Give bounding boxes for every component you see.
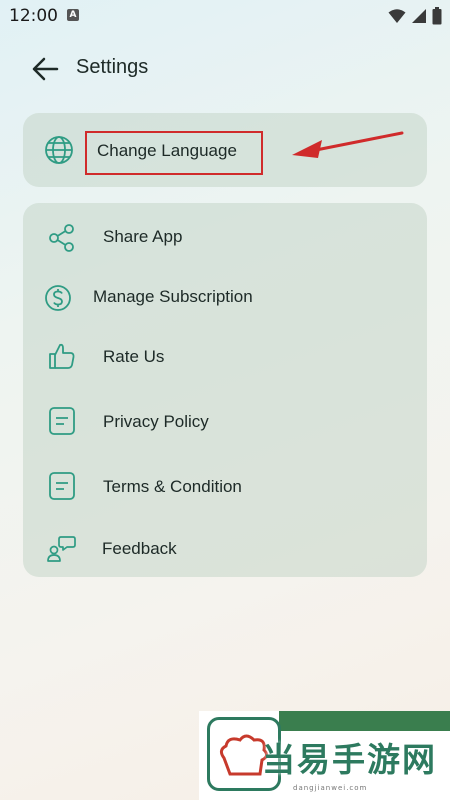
menu-item-manage-subscription[interactable]: Manage Subscription bbox=[23, 269, 427, 325]
header: Settings bbox=[0, 48, 450, 88]
menu-item-label: Share App bbox=[103, 227, 183, 246]
settings-menu-card: Share App Manage Subscription Rate Us Pr… bbox=[23, 203, 427, 577]
status-time: 12:00 bbox=[9, 6, 58, 26]
battery-icon bbox=[432, 7, 442, 25]
document-icon bbox=[49, 407, 75, 435]
page-title: Settings bbox=[76, 56, 149, 78]
globe-icon bbox=[45, 136, 73, 164]
status-bar: 12:00 A bbox=[0, 0, 450, 32]
watermark-text: 当易手游网 bbox=[262, 740, 437, 779]
menu-item-rate-us[interactable]: Rate Us bbox=[23, 329, 427, 385]
menu-item-privacy-policy[interactable]: Privacy Policy bbox=[23, 394, 427, 450]
menu-item-label: Manage Subscription bbox=[93, 287, 253, 306]
watermark-banner bbox=[279, 711, 450, 731]
menu-item-feedback[interactable]: Feedback bbox=[23, 521, 427, 577]
feedback-icon bbox=[47, 536, 76, 562]
dollar-circle-icon bbox=[45, 285, 71, 311]
share-icon bbox=[49, 224, 74, 252]
menu-item-terms-condition[interactable]: Terms & Condition bbox=[23, 459, 427, 515]
arrow-left-icon[interactable] bbox=[30, 54, 60, 84]
watermark: 当易手游网 dangjianwei.com bbox=[199, 711, 450, 800]
wifi-icon bbox=[388, 9, 406, 23]
thumbs-up-icon bbox=[49, 343, 75, 369]
document-icon bbox=[49, 472, 75, 500]
change-language-label: Change Language bbox=[97, 141, 237, 160]
menu-item-share-app[interactable]: Share App bbox=[23, 209, 427, 265]
status-icons bbox=[388, 7, 442, 25]
notification-a-icon: A bbox=[67, 9, 79, 21]
cell-signal-icon bbox=[412, 9, 426, 23]
menu-item-label: Terms & Condition bbox=[103, 477, 242, 496]
annotation-arrow-icon bbox=[292, 131, 404, 158]
watermark-url: dangjianwei.com bbox=[293, 784, 368, 792]
menu-item-label: Privacy Policy bbox=[103, 412, 209, 431]
menu-item-label: Feedback bbox=[102, 539, 177, 558]
menu-item-label: Rate Us bbox=[103, 347, 165, 366]
